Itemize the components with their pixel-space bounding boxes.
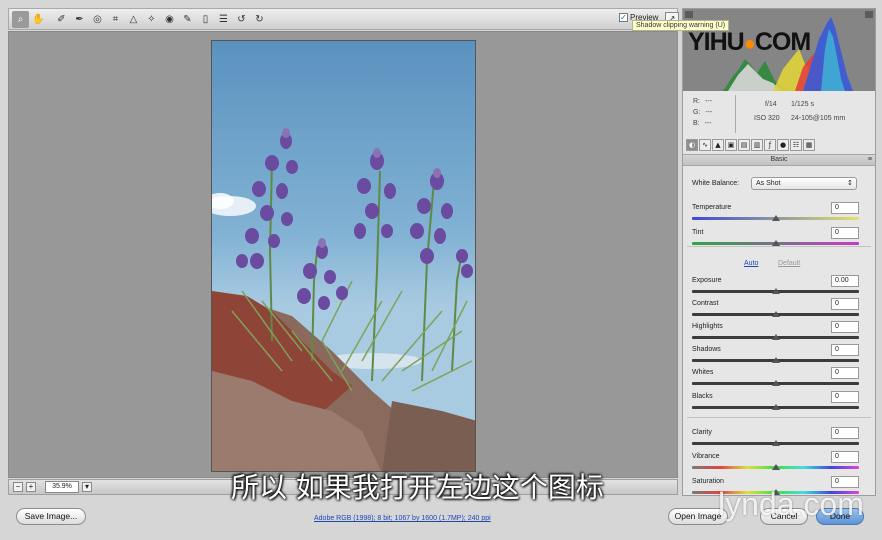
auto-link[interactable]: Auto <box>744 260 758 267</box>
tab-lens-corrections[interactable]: ▥ <box>751 138 763 151</box>
slider-label: Highlights <box>692 323 723 330</box>
slider-label: Shadows <box>692 346 721 353</box>
highlight-clipping-icon[interactable] <box>865 11 873 18</box>
slider-thumb[interactable] <box>771 240 780 246</box>
color-sampler-icon[interactable]: ✒ <box>71 11 88 28</box>
slider-thumb[interactable] <box>771 464 780 470</box>
slider-value-input[interactable]: 0 <box>831 427 859 439</box>
panel-tabs: ◐ ∿ ▲ ▣ ▤ ▥ ƒ ● ☷ ▦ <box>683 137 875 152</box>
lupine-photo-image <box>212 128 475 471</box>
r-value: --- <box>704 98 712 105</box>
slider-value-input[interactable]: 0 <box>831 202 859 214</box>
shutter-value: 1/125 s <box>791 101 814 108</box>
preview-checkbox[interactable]: ✓ <box>619 13 628 22</box>
image-canvas[interactable] <box>8 31 678 478</box>
panel-header: Basic ≡ <box>683 154 875 166</box>
slider-thumb[interactable] <box>771 288 780 294</box>
spot-removal-icon[interactable]: ✧ <box>143 11 160 28</box>
slider-value-input[interactable]: 0 <box>831 321 859 333</box>
iso-value: ISO 320 <box>754 115 780 122</box>
slider-thumb[interactable] <box>771 440 780 446</box>
tab-snapshots[interactable]: ▦ <box>803 138 815 151</box>
slider-thumb[interactable] <box>771 334 780 340</box>
slider-thumb[interactable] <box>771 311 780 317</box>
tab-tone-curve[interactable]: ∿ <box>699 138 711 151</box>
preferences-icon[interactable]: ☰ <box>215 11 232 28</box>
slider-value-input[interactable]: 0 <box>831 227 859 239</box>
slider-label: Blacks <box>692 393 713 400</box>
chevron-down-icon[interactable]: ▾ <box>82 482 92 492</box>
tab-hsl[interactable]: ▣ <box>725 138 737 151</box>
default-link[interactable]: Default <box>778 260 800 267</box>
tab-split-toning[interactable]: ▤ <box>738 138 750 151</box>
target-adjust-icon[interactable]: ◎ <box>89 11 106 28</box>
slider-thumb[interactable] <box>771 357 780 363</box>
rotate-cw-icon[interactable]: ↻ <box>251 11 268 28</box>
slider-value-input[interactable]: 0 <box>831 298 859 310</box>
b-label: B: <box>693 120 700 127</box>
slider-value-input[interactable]: 0 <box>831 367 859 379</box>
aperture-value: f/14 <box>765 101 777 108</box>
camera-info: R: --- G: --- B: --- f/14 1/125 s ISO 32… <box>683 93 875 135</box>
slider-value-input[interactable]: 0 <box>831 391 859 403</box>
tab-camera-calibration[interactable]: ● <box>777 138 789 151</box>
crop-icon[interactable]: ⌗ <box>107 11 124 28</box>
panel-menu-icon[interactable]: ≡ <box>868 155 872 165</box>
r-label: R: <box>693 98 700 105</box>
slider-label: Saturation <box>692 478 724 485</box>
slider-label: Temperature <box>692 204 732 211</box>
slider-label: Vibrance <box>692 453 720 460</box>
white-balance-icon[interactable]: ✐ <box>53 11 70 28</box>
slider-label: Tint <box>692 229 704 236</box>
photo-preview <box>211 40 476 472</box>
tab-effects[interactable]: ƒ <box>764 138 776 151</box>
adjustment-brush-icon[interactable]: ✎ <box>179 11 196 28</box>
tab-presets[interactable]: ☷ <box>790 138 802 151</box>
slider-thumb[interactable] <box>771 404 780 410</box>
slider-thumb[interactable] <box>771 215 780 221</box>
white-balance-label: White Balance: <box>692 180 740 187</box>
g-value: --- <box>705 109 713 116</box>
zoom-level-select[interactable]: 35.9% <box>45 481 79 493</box>
zoom-in-button[interactable]: + <box>26 482 36 492</box>
zoom-icon[interactable]: ⌕ <box>12 10 29 28</box>
save-image-button[interactable]: Save Image... <box>16 508 86 525</box>
red-eye-icon[interactable]: ◉ <box>161 11 178 28</box>
panel-title: Basic <box>770 156 788 163</box>
lens-value: 24-105@105 mm <box>791 115 846 122</box>
hand-icon[interactable]: ✋ <box>30 11 47 28</box>
slider-value-input[interactable]: 0.00 <box>831 275 859 287</box>
toolbar: ⌕ ✋ ✐ ✒ ◎ ⌗ △ ✧ ◉ ✎ ▯ ☰ ↺ ↻ ✓ Preview ↗ <box>8 8 679 30</box>
tab-detail[interactable]: ▲ <box>712 138 724 151</box>
straighten-icon[interactable]: △ <box>125 11 142 28</box>
graduated-filter-icon[interactable]: ▯ <box>197 11 214 28</box>
b-value: --- <box>704 120 712 127</box>
zoom-out-button[interactable]: − <box>13 482 23 492</box>
watermark-logo: YIHU●COM <box>688 28 811 56</box>
workflow-options-link[interactable]: Adobe RGB (1998); 8 bit; 1067 by 1600 (1… <box>314 515 491 522</box>
white-balance-select[interactable]: As Shot ↕ <box>751 177 857 190</box>
slider-label: Clarity <box>692 429 712 436</box>
video-subtitle: 所以 如果我打开左边这个图标 <box>231 471 604 504</box>
slider-label: Whites <box>692 369 714 376</box>
shadow-clipping-icon[interactable] <box>685 11 693 18</box>
slider-label: Exposure <box>692 277 722 284</box>
tab-basic[interactable]: ◐ <box>686 138 698 151</box>
slider-label: Contrast <box>692 300 719 307</box>
slider-thumb[interactable] <box>771 380 780 386</box>
g-label: G: <box>693 109 701 116</box>
slider-value-input[interactable]: 0 <box>831 451 859 463</box>
white-balance-value: As Shot <box>756 180 781 187</box>
tooltip: Shadow clipping warning (U) <box>632 20 730 31</box>
chevron-updown-icon: ↕ <box>847 179 853 187</box>
slider-value-input[interactable]: 0 <box>831 344 859 356</box>
right-panel: R: --- G: --- B: --- f/14 1/125 s ISO 32… <box>682 8 876 496</box>
rotate-ccw-icon[interactable]: ↺ <box>233 11 250 28</box>
lynda-watermark: lynda.com <box>718 486 864 522</box>
